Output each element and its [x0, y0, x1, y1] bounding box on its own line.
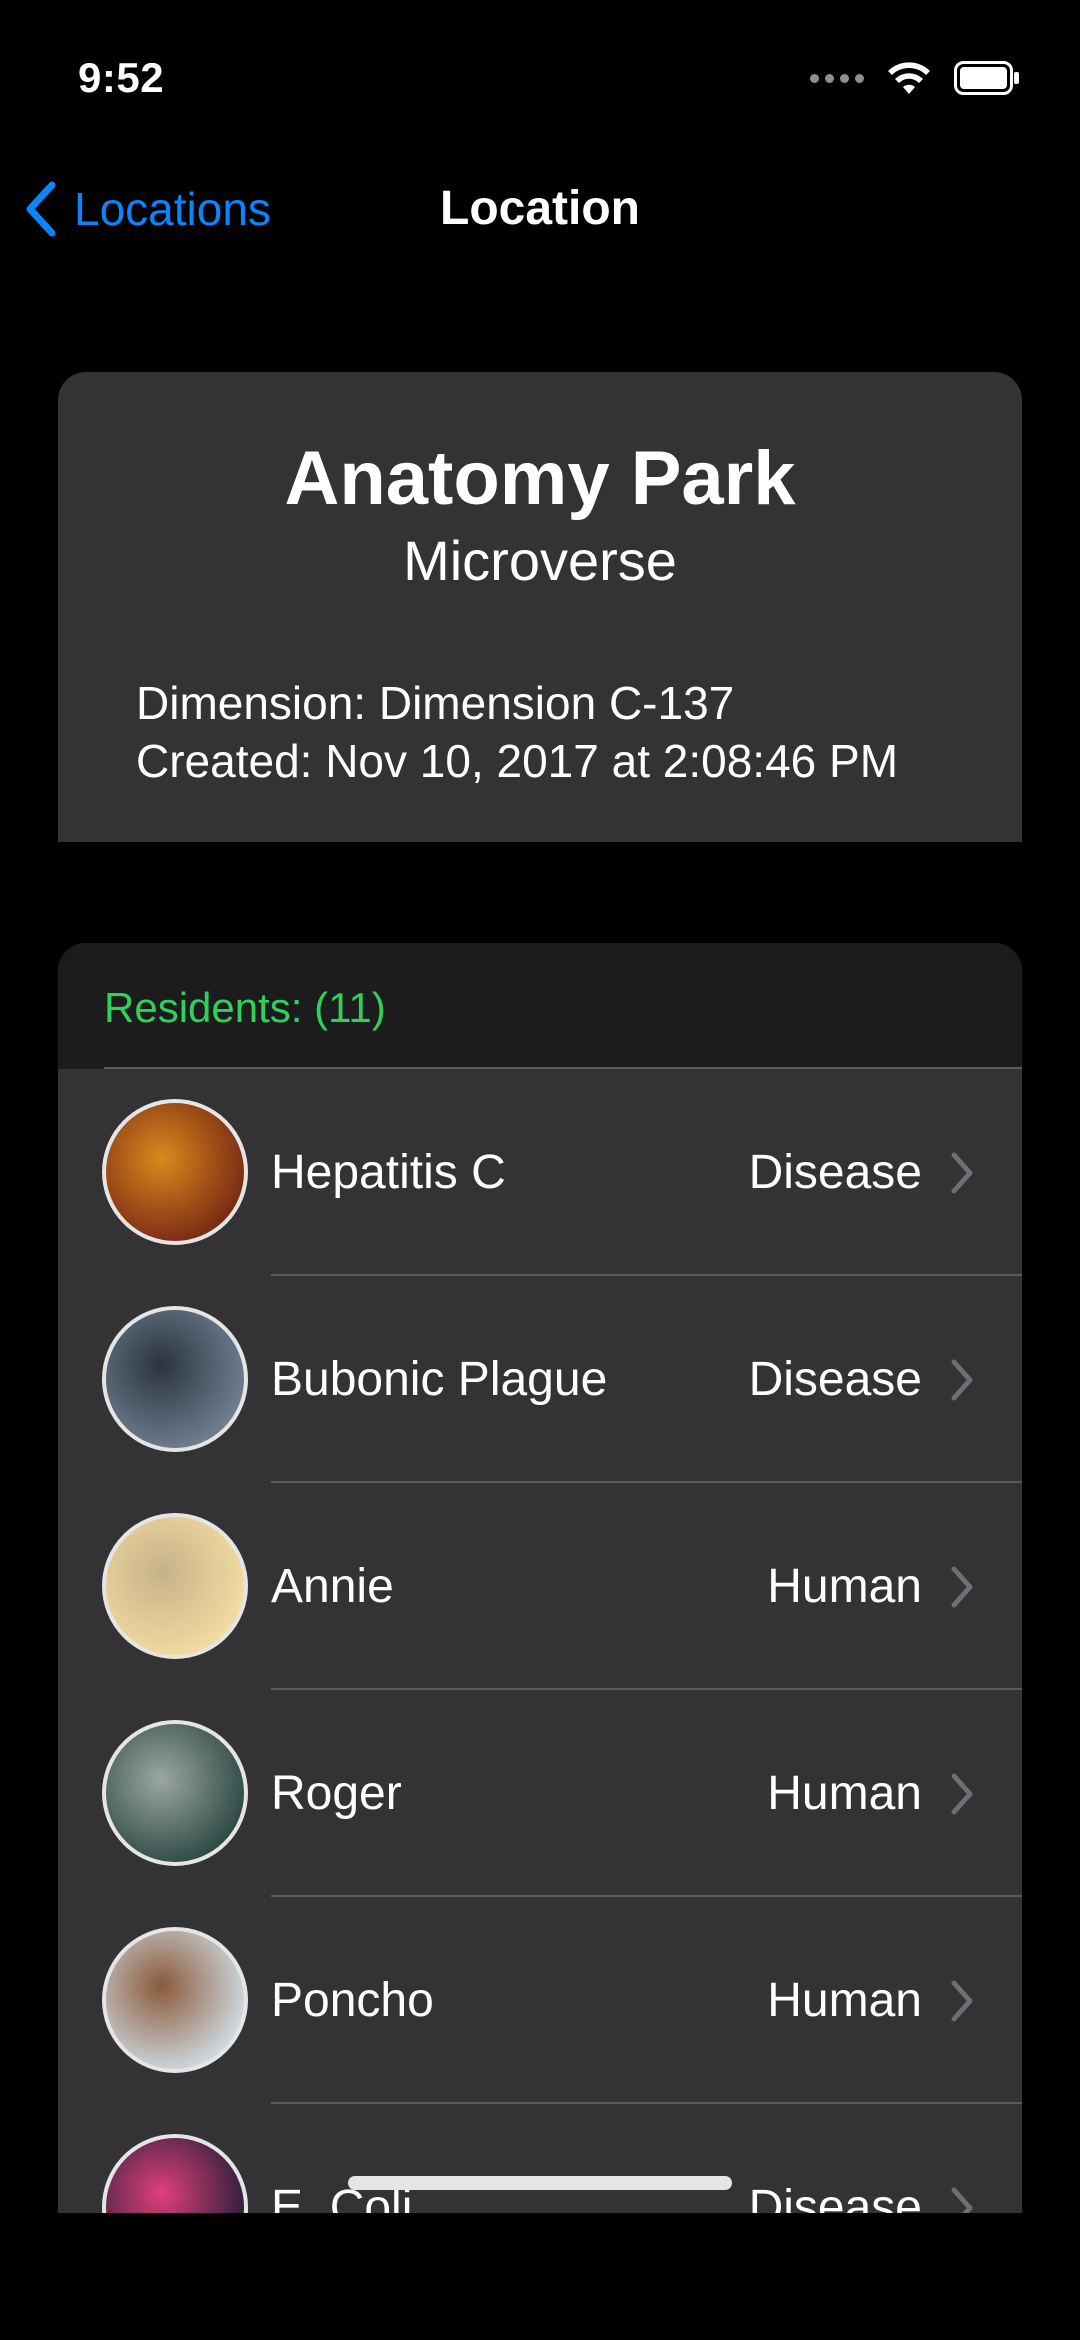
resident-row[interactable]: Poncho Human	[58, 1897, 1022, 2104]
chevron-right-icon	[951, 1359, 973, 1401]
location-info-card: Anatomy Park Microverse Dimension: Dimen…	[58, 372, 1022, 842]
chevron-right-icon	[951, 1152, 973, 1194]
chevron-right-icon	[951, 1773, 973, 1815]
screen: 9:52 Locations Location Anatomy Park Mic…	[0, 0, 1080, 2340]
resident-avatar	[102, 1513, 248, 1659]
location-type: Microverse	[403, 529, 677, 592]
location-name: Anatomy Park	[284, 436, 796, 521]
residents-list: Residents: (11) Hepatitis C Disease Buboni…	[58, 943, 1022, 2213]
resident-avatar	[102, 1306, 248, 1452]
wifi-icon	[888, 62, 930, 94]
resident-avatar	[102, 1927, 248, 2073]
home-indicator[interactable]	[348, 2176, 732, 2190]
residents-count-label: Residents: (11)	[104, 984, 386, 1031]
location-dimension: Dimension: Dimension C-137	[136, 677, 735, 729]
resident-species: Human	[767, 1560, 922, 1613]
battery-icon	[954, 61, 1019, 95]
resident-species: Disease	[748, 1146, 922, 1199]
resident-row[interactable]: Annie Human	[58, 1483, 1022, 1690]
chevron-right-icon	[951, 2187, 973, 2213]
resident-row[interactable]: Hepatitis C Disease	[58, 1069, 1022, 1276]
resident-name: Bubonic Plague	[271, 1353, 608, 1406]
resident-name: Hepatitis C	[271, 1146, 506, 1199]
resident-name: Annie	[271, 1560, 394, 1613]
resident-avatar	[102, 1099, 248, 1245]
resident-row[interactable]: Bubonic Plague Disease	[58, 1276, 1022, 1483]
resident-row[interactable]: Roger Human	[58, 1690, 1022, 1897]
resident-name: Poncho	[271, 1974, 434, 2027]
status-icons	[810, 58, 1020, 98]
residents-rows: Hepatitis C Disease Bubonic Plague Disease A…	[58, 1069, 1022, 2213]
resident-row[interactable]: E. Coli Disease	[58, 2104, 1022, 2213]
resident-species: Disease	[748, 2181, 922, 2213]
chevron-right-icon	[951, 1980, 973, 2022]
resident-species: Human	[767, 1767, 922, 1820]
resident-species: Disease	[748, 1353, 922, 1406]
status-time: 9:52	[78, 54, 165, 101]
chevron-right-icon	[951, 1566, 973, 1608]
nav-title: Location	[440, 182, 640, 235]
location-created: Created: Nov 10, 2017 at 2:08:46 PM	[136, 735, 899, 787]
resident-avatar	[102, 2134, 248, 2213]
resident-name: Roger	[271, 1767, 402, 1820]
resident-avatar	[102, 1720, 248, 1866]
resident-species: Human	[767, 1974, 922, 2027]
residents-header: Residents: (11)	[58, 943, 1022, 1069]
cellular-signal-icon	[810, 73, 864, 83]
